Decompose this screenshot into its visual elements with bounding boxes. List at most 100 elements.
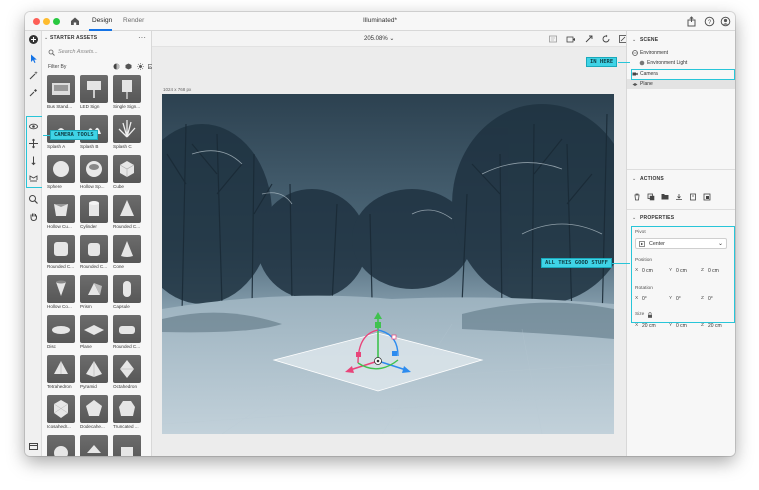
delete-icon[interactable] (633, 193, 641, 201)
asset-label: Cube (113, 184, 124, 189)
asset-search[interactable]: Search Assets... (46, 47, 148, 58)
asset-tile[interactable]: Tetrahedron (47, 355, 75, 389)
starter-assets-panel: ⌄ STARTER ASSETS ··· Search Assets... Fi… (42, 31, 169, 456)
group-icon[interactable] (661, 193, 669, 201)
asset-label: Rounded C... (80, 264, 108, 269)
scene-section-header[interactable]: ⌄ SCENE (627, 34, 735, 46)
size-z-field[interactable]: 20 cm (708, 323, 722, 329)
eyedropper-icon[interactable] (28, 87, 39, 98)
asset-thumbnail (80, 435, 108, 456)
move-icon[interactable] (584, 34, 594, 44)
tool-rail (25, 31, 43, 456)
asset-tile[interactable]: Pyramid (80, 355, 108, 389)
account-icon[interactable] (720, 16, 731, 27)
align-to-ground-icon[interactable] (675, 193, 683, 201)
search-input[interactable]: Search Assets... (58, 49, 98, 55)
maximize-window-button[interactable] (53, 18, 60, 25)
asset-tile[interactable]: Sphere (47, 155, 75, 189)
scene-item-environment-light[interactable]: Environment Light (627, 58, 735, 68)
size-z-axis: Z (701, 323, 704, 328)
duplicate-icon[interactable] (647, 193, 655, 201)
more-options-icon[interactable]: ··· (138, 33, 146, 42)
asset-tile[interactable]: Splash C (113, 115, 141, 149)
frame-selection-icon[interactable] (689, 193, 697, 201)
asset-thumbnail (113, 315, 141, 343)
minimize-window-button[interactable] (43, 18, 50, 25)
zoom-dropdown[interactable]: 205.08% ⌄ (364, 35, 394, 42)
zoom-icon[interactable] (28, 194, 39, 205)
asset-tile[interactable] (113, 435, 141, 456)
camera-view-icon[interactable] (566, 34, 576, 44)
size-y-field[interactable]: 0 cm (676, 323, 687, 329)
asset-tile[interactable]: Icosahedr... (47, 395, 75, 429)
close-window-button[interactable] (33, 18, 40, 25)
asset-tile[interactable] (80, 435, 108, 456)
asset-tile[interactable]: Bus Stand... (47, 75, 75, 109)
models-filter-icon[interactable] (125, 63, 132, 70)
assets-header: ⌄ STARTER ASSETS ··· (42, 31, 152, 45)
materials-filter-icon[interactable] (113, 63, 120, 70)
asset-tile[interactable]: Octahedron (113, 355, 141, 389)
asset-tile[interactable]: Hollow Co... (47, 275, 75, 309)
right-panel: ⌄ SCENE Environment Environment Light Ca… (626, 31, 735, 456)
help-icon[interactable]: ? (704, 16, 715, 27)
asset-label: Prism (80, 304, 92, 309)
asset-tile[interactable]: Hollow Sp... (80, 155, 108, 189)
asset-tile[interactable]: Rounded C... (113, 195, 141, 229)
asset-tile[interactable]: Dodecahe... (80, 395, 108, 429)
asset-tile[interactable]: Disc (47, 315, 75, 349)
asset-tile[interactable]: Prism (80, 275, 108, 309)
asset-tile[interactable]: Rounded C... (80, 235, 108, 269)
select-icon[interactable] (28, 53, 39, 64)
frame-icon[interactable] (548, 34, 558, 44)
asset-tile[interactable]: Rounded C... (47, 235, 75, 269)
asset-tile[interactable]: Cylinder (80, 195, 108, 229)
asset-thumbnail (113, 195, 141, 223)
asset-label: Capsule (113, 304, 130, 309)
tab-design[interactable]: Design (92, 17, 112, 24)
asset-label: Plane (80, 344, 92, 349)
chevron-down-icon: ⌄ (389, 36, 395, 42)
asset-tile[interactable]: Rounded C... (113, 315, 141, 349)
magic-wand-icon[interactable] (28, 70, 39, 81)
asset-thumbnail (47, 155, 75, 183)
hand-icon[interactable] (28, 211, 39, 222)
asset-label: Dodecahe... (80, 424, 105, 429)
asset-tile[interactable]: Truncated ... (113, 395, 141, 429)
asset-label: Icosahedr... (47, 424, 71, 429)
scene-item-label: Plane (640, 81, 653, 87)
asset-label: Hollow Co... (47, 304, 72, 309)
actions-section-header[interactable]: ⌄ ACTIONS (627, 173, 735, 185)
asset-tile[interactable]: Cone (113, 235, 141, 269)
canvas-toolbar: 205.08% ⌄ (152, 31, 627, 47)
lights-filter-icon[interactable] (137, 63, 144, 70)
title-bar: Design Render Illuminated* ? (25, 12, 735, 31)
tab-render[interactable]: Render (123, 17, 144, 24)
asset-thumbnail (47, 315, 75, 343)
asset-tile[interactable]: LED Sign (80, 75, 108, 109)
properties-section-header[interactable]: ⌄ PROPERTIES (627, 212, 735, 224)
asset-tile[interactable]: Cube (113, 155, 141, 189)
asset-tile[interactable] (47, 435, 75, 456)
asset-thumbnail (113, 155, 141, 183)
convert-icon[interactable] (703, 193, 711, 201)
size-x-field[interactable]: 20 cm (642, 323, 656, 329)
asset-tile[interactable]: Single Sign... (113, 75, 141, 109)
layers-icon[interactable] (28, 441, 39, 452)
asset-tile[interactable]: Plane (80, 315, 108, 349)
home-icon[interactable] (69, 15, 81, 27)
asset-tile[interactable]: Hollow Cu... (47, 195, 75, 229)
asset-label: Rounded C... (47, 264, 75, 269)
scene-item-environment[interactable]: Environment (627, 48, 735, 58)
chevron-down-icon[interactable]: ⌄ (44, 35, 48, 41)
asset-tile[interactable]: Capsule (113, 275, 141, 309)
asset-thumbnail (47, 75, 75, 103)
scene-item-plane[interactable]: Plane (627, 79, 735, 89)
add-icon[interactable] (28, 34, 39, 45)
asset-thumbnail (80, 315, 108, 343)
rotate-icon[interactable] (601, 34, 611, 44)
camera-tools-highlight (26, 116, 43, 188)
asset-thumbnail (80, 155, 108, 183)
scene-title: SCENE (640, 37, 659, 43)
share-icon[interactable] (686, 16, 697, 27)
